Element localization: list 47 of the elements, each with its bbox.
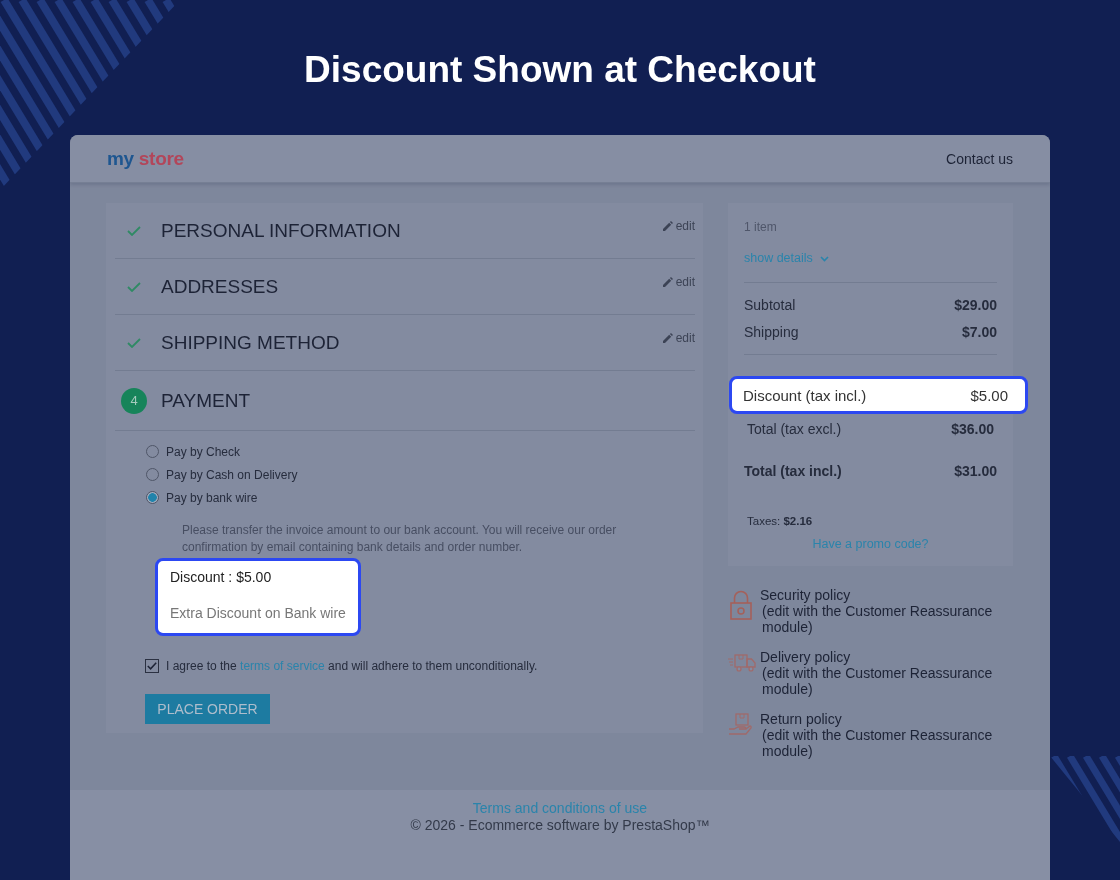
discount-amount: Discount : $5.00	[170, 568, 273, 586]
edit-link[interactable]: edit	[662, 331, 695, 345]
discount-label: Discount (tax incl.)	[743, 386, 867, 404]
step-title[interactable]: PAYMENT	[161, 388, 695, 413]
terms-checkbox[interactable]	[145, 659, 159, 673]
policy-note: (edit with the Customer Reassurance module)	[761, 665, 994, 697]
total-label: Total (tax excl.)	[747, 420, 842, 439]
step-title[interactable]: SHIPPING METHOD	[161, 330, 663, 355]
taxes-text: Taxes: $2.16	[746, 514, 814, 529]
step-title[interactable]: ADDRESSES	[161, 274, 663, 299]
banner-title: Discount Shown at Checkout	[304, 47, 816, 92]
delivery-truck-icon	[728, 651, 756, 673]
policy-title: Security policy	[760, 587, 851, 603]
step-title[interactable]: PERSONAL INFORMATION	[161, 218, 663, 243]
payment-option-label[interactable]: Pay by Cash on Delivery	[166, 466, 298, 483]
total-value: $31.00	[954, 462, 997, 481]
copyright-text: © 2026 - Ecommerce software by PrestaShop™	[410, 817, 710, 834]
policy-title: Delivery policy	[760, 649, 851, 665]
terms-text: I agree to the terms of service and will adhere to them unconditionally.	[166, 658, 538, 675]
box-on-hand-icon	[728, 713, 752, 737]
payment-instructions: Please transfer the invoice amount to our bank account. You will receive our order confirmation by email containing bank details and order number.	[182, 522, 618, 556]
pencil-icon	[662, 277, 673, 287]
pencil-icon	[662, 333, 673, 343]
policy-title: Return policy	[760, 711, 842, 727]
edit-link[interactable]: edit	[662, 275, 695, 289]
total-label: Total (tax incl.)	[744, 462, 842, 481]
total-value: $36.00	[951, 420, 994, 439]
step-number: 4	[121, 387, 147, 414]
padlock-icon	[730, 590, 752, 620]
store-logo[interactable]: my store	[107, 147, 184, 170]
pencil-icon	[662, 221, 673, 231]
discount-value: $5.00	[970, 386, 1008, 404]
summary-label: Shipping	[744, 323, 799, 342]
payment-option-label[interactable]: Pay by Check	[166, 443, 241, 460]
checkmark-icon	[147, 662, 157, 670]
discount-description: Extra Discount on Bank wire	[170, 604, 346, 622]
policy-note: (edit with the Customer Reassurance module)	[761, 727, 994, 759]
summary-label: Subtotal	[744, 296, 796, 315]
summary-value: $7.00	[961, 323, 997, 342]
contact-link[interactable]: Contact us	[946, 149, 1013, 168]
chevron-down-icon	[819, 256, 829, 262]
summary-value: $29.00	[954, 296, 997, 315]
edit-link[interactable]: edit	[662, 219, 695, 233]
place-order-button[interactable]: PLACE ORDER	[145, 694, 270, 724]
policy-note: (edit with the Customer Reassurance module)	[761, 603, 994, 635]
radio-button[interactable]	[146, 491, 159, 504]
payment-option-label[interactable]: Pay by bank wire	[166, 489, 258, 506]
